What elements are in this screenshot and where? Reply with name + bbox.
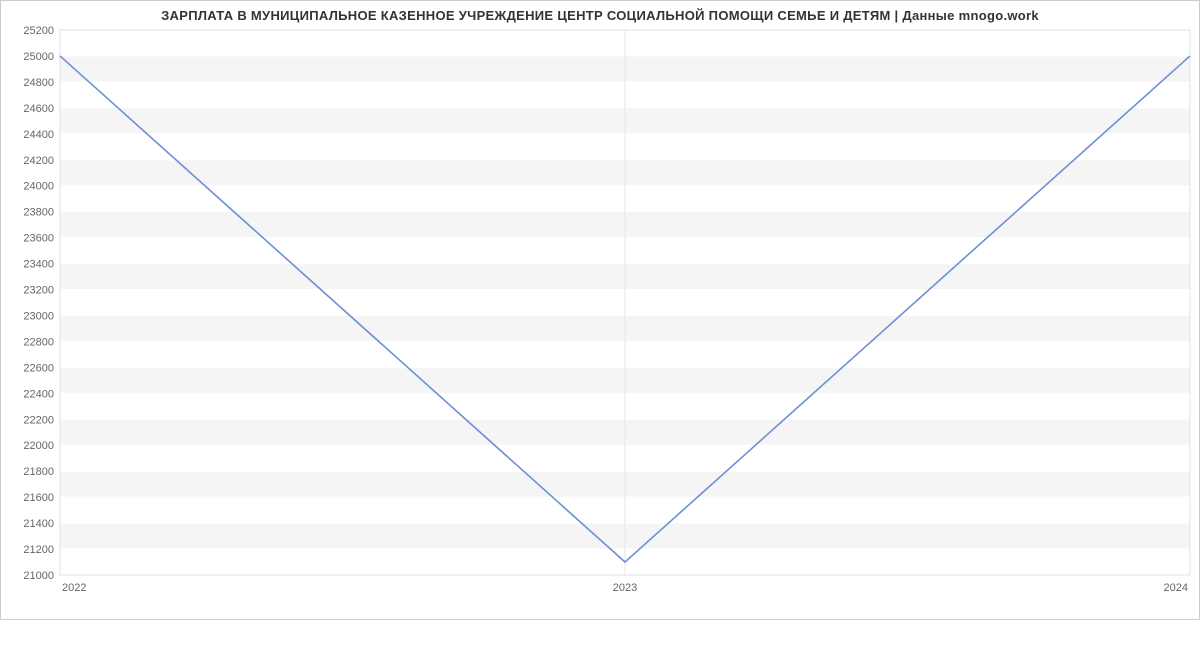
y-tick-label: 22000 (23, 440, 54, 452)
y-tick-label: 21400 (23, 518, 54, 530)
y-tick-label: 23800 (23, 207, 54, 219)
y-tick-label: 25000 (23, 51, 54, 63)
y-tick-label: 22400 (23, 388, 54, 400)
chart-svg: 21000 21200 21400 21600 21800 22000 22200 22400… (0, 0, 1200, 620)
y-tick-label: 21800 (23, 466, 54, 478)
y-tick-label: 23400 (23, 259, 54, 271)
y-tick-label: 22800 (23, 336, 54, 348)
y-tick-label: 21200 (23, 544, 54, 556)
y-tick-label: 22200 (23, 414, 54, 426)
y-tick-label: 25200 (23, 25, 54, 37)
y-tick-label: 24000 (23, 181, 54, 193)
y-tick-label: 24200 (23, 155, 54, 167)
y-tick-label: 21000 (23, 570, 54, 582)
y-tick-label: 21600 (23, 492, 54, 504)
y-tick-label: 23000 (23, 310, 54, 322)
x-tick-label: 2023 (613, 582, 637, 594)
y-tick-label: 24800 (23, 77, 54, 89)
y-tick-label: 22600 (23, 362, 54, 374)
y-tick-label: 24400 (23, 129, 54, 141)
chart-container: ЗАРПЛАТА В МУНИЦИПАЛЬНОЕ КАЗЕННОЕ УЧРЕЖД… (0, 0, 1200, 620)
y-tick-label: 23200 (23, 285, 54, 297)
x-tick-label: 2024 (1164, 582, 1188, 594)
y-tick-label: 24600 (23, 103, 54, 115)
y-tick-label: 23600 (23, 233, 54, 245)
x-tick-label: 2022 (62, 582, 86, 594)
